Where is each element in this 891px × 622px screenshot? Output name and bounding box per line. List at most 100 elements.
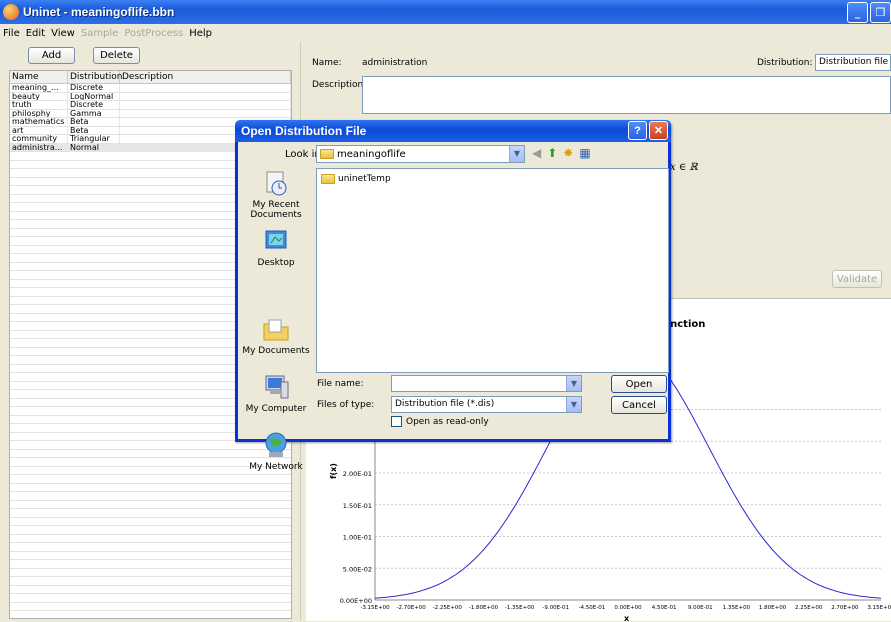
empty-row [10, 611, 291, 618]
help-icon[interactable]: ? [628, 121, 647, 140]
window-title: Uninet - meaningoflife.bbn [23, 5, 175, 19]
back-icon[interactable]: ◀ [532, 146, 541, 160]
menu-file[interactable]: File [3, 28, 20, 39]
recent-documents-icon [266, 171, 287, 196]
x-tick-label: 1.80E+00 [759, 605, 787, 611]
name-label: Name: [312, 58, 342, 68]
readonly-option[interactable]: Open as read-only [391, 416, 489, 427]
empty-row [10, 501, 291, 509]
chevron-down-icon[interactable]: ▼ [566, 397, 581, 412]
column-header-description[interactable]: Description [120, 71, 291, 83]
empty-row [10, 594, 291, 603]
x-tick-labels: -3.15E+00 -2.70E+00 -2.25E+00 -1.80E+00 -1.3… [360, 605, 891, 611]
minimize-icon[interactable]: _ [847, 2, 868, 23]
filetype-select[interactable]: Distribution file (*.dis) ▼ [391, 396, 582, 413]
cancel-button[interactable]: Cancel [611, 396, 667, 414]
y-axis-label: f(x) [329, 463, 338, 479]
empty-row [10, 560, 291, 569]
table-row[interactable]: philosphy Gamma [10, 109, 291, 118]
folder-icon [320, 149, 334, 159]
empty-row [10, 518, 291, 526]
empty-row [10, 526, 291, 535]
y-tick-label: 2.00E-01 [343, 470, 372, 478]
menu-postprocess[interactable]: PostProcess [124, 28, 183, 39]
main-title-bar[interactable]: Uninet - meaningoflife.bbn _ ❐ [0, 0, 891, 24]
empty-row [10, 552, 291, 560]
desktop-icon [265, 230, 287, 249]
validate-button[interactable]: Validate [832, 270, 882, 288]
open-button[interactable]: Open [611, 375, 667, 393]
lookin-select[interactable]: meaningoflife ▼ [316, 145, 525, 163]
empty-row [10, 586, 291, 594]
menu-view[interactable]: View [51, 28, 75, 39]
menu-bar: File Edit View Sample PostProcess Help [0, 24, 891, 42]
my-documents-icon [263, 319, 289, 341]
distribution-label: Distribution: [757, 58, 813, 68]
chevron-down-icon[interactable]: ▼ [566, 376, 581, 391]
table-row[interactable]: beauty LogNormal [10, 92, 291, 101]
empty-row [10, 577, 291, 586]
file-list[interactable]: uninetTemp [316, 168, 669, 373]
y-tick-label: 1.50E-01 [343, 502, 372, 510]
name-value: administration [362, 58, 428, 68]
x-tick-label: -2.25E+00 [433, 605, 463, 611]
y-tick-label: 0.00E+00 [340, 597, 372, 605]
menu-help[interactable]: Help [189, 28, 212, 39]
new-folder-icon[interactable]: ✸ [563, 146, 573, 160]
x-tick-label: 2.70E+00 [831, 605, 859, 611]
distribution-select[interactable]: Distribution file [815, 54, 891, 71]
dialog-title: Open Distribution File [241, 124, 367, 138]
x-tick-label: 4.50E-01 [652, 605, 677, 611]
place-my-computer[interactable]: My Computer [241, 356, 311, 414]
folder-icon [321, 174, 335, 184]
table-header: Name Distribution Description [10, 71, 291, 84]
view-menu-icon[interactable]: ▦ [579, 146, 590, 160]
formula-text: x ∈ ℝ [670, 162, 698, 173]
empty-row [10, 492, 291, 501]
add-button[interactable]: Add [28, 47, 75, 64]
x-tick-label: -1.35E+00 [505, 605, 535, 611]
close-icon[interactable]: ✕ [649, 121, 668, 140]
filename-label: File name: [317, 379, 364, 389]
readonly-checkbox[interactable] [391, 416, 402, 427]
x-tick-label: -2.70E+00 [396, 605, 426, 611]
empty-row [10, 484, 291, 492]
place-my-documents[interactable]: My Documents [241, 284, 311, 356]
description-field[interactable] [362, 76, 891, 114]
column-header-name[interactable]: Name [10, 71, 68, 83]
dialog-title-bar[interactable]: Open Distribution File ? ✕ [235, 120, 671, 142]
delete-button[interactable]: Delete [93, 47, 140, 64]
x-tick-label: 3.15E+00 [867, 605, 891, 611]
x-tick-label: 2.25E+00 [795, 605, 823, 611]
x-tick-label: -1.80E+00 [469, 605, 499, 611]
x-tick-label: -9.00E-01 [542, 605, 569, 611]
empty-row [10, 535, 291, 543]
menu-sample[interactable]: Sample [81, 28, 119, 39]
column-header-distribution[interactable]: Distribution [68, 71, 123, 83]
place-my-network[interactable]: My Network [241, 414, 311, 472]
place-recent-documents[interactable]: My Recent Documents [241, 168, 311, 226]
table-row[interactable]: truth Discrete [10, 101, 291, 110]
table-row[interactable]: meaning_... Discrete [10, 84, 291, 93]
filename-input[interactable]: ▼ [391, 375, 582, 392]
up-folder-icon[interactable]: ⬆ [547, 146, 557, 160]
x-tick-label: -4.50E-01 [579, 605, 606, 611]
empty-row [10, 509, 291, 518]
my-computer-icon [265, 375, 289, 399]
y-tick-label: 1.00E-01 [343, 534, 372, 542]
x-tick-label: 0.00E+00 [614, 605, 642, 611]
app-icon [3, 4, 19, 20]
x-tick-label: 9.00E-01 [688, 605, 713, 611]
y-tick-labels: 0.00E+00 5.00E-02 1.00E-01 1.50E-01 2.00E-01 [340, 470, 372, 605]
maximize-icon[interactable]: ❐ [870, 2, 891, 23]
x-tick-label: 1.35E+00 [723, 605, 751, 611]
places-bar: My Recent Documents Desktop My Documents… [241, 168, 311, 472]
empty-row [10, 569, 291, 577]
description-label: Description: [312, 80, 367, 90]
filetype-label: Files of type: [317, 400, 375, 410]
chevron-down-icon[interactable]: ▼ [509, 146, 524, 162]
list-item[interactable]: uninetTemp [321, 174, 391, 184]
menu-edit[interactable]: Edit [26, 28, 45, 39]
place-desktop[interactable]: Desktop [241, 226, 311, 284]
my-network-icon [265, 432, 287, 457]
